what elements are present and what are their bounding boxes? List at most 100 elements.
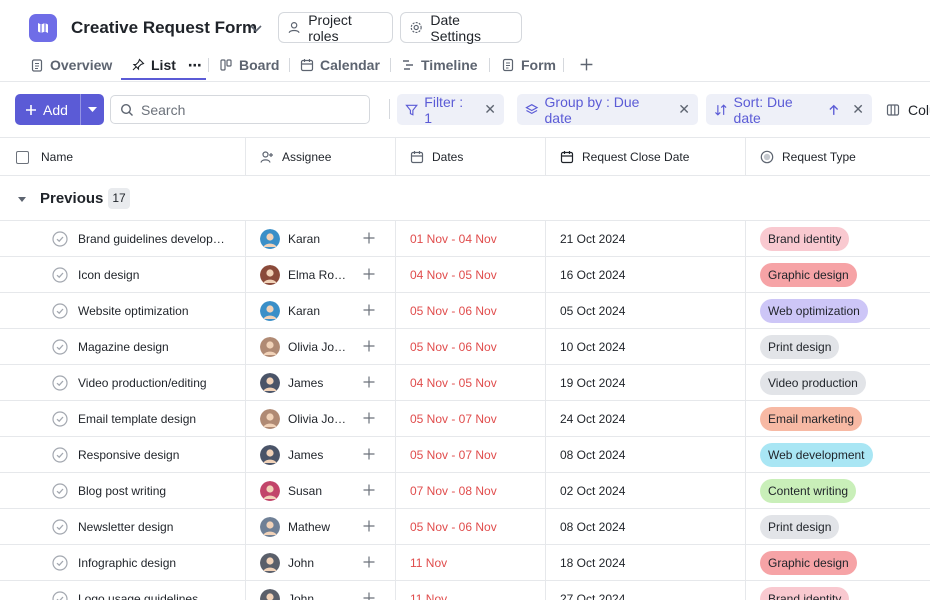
assignee-name[interactable]: Karan (288, 232, 350, 246)
complete-check-icon[interactable] (52, 375, 68, 391)
sort-chip[interactable]: Sort: Due date ✕ (706, 94, 872, 126)
request-type-tag[interactable]: Content writing (760, 479, 857, 503)
request-type-tag[interactable]: Print design (760, 335, 840, 359)
assignee-name[interactable]: John (288, 556, 350, 570)
project-title[interactable]: Creative Request Form (71, 18, 257, 38)
assignee-name[interactable]: Olivia Johnson (288, 340, 350, 354)
request-type-tag[interactable]: Print design (760, 515, 840, 539)
assignee-name[interactable]: Mathew (288, 520, 350, 534)
tab-form[interactable]: Form (501, 50, 556, 80)
complete-check-icon[interactable] (52, 267, 68, 283)
add-assignee-icon[interactable] (362, 231, 376, 245)
table-row[interactable]: Responsive design James 05 Nov - 07 Nov … (0, 437, 930, 473)
complete-check-icon[interactable] (52, 519, 68, 535)
task-name[interactable]: Logo usage guidelines (78, 592, 228, 600)
task-dates[interactable]: 05 Nov - 06 Nov (410, 304, 497, 318)
add-view-icon[interactable] (579, 57, 594, 72)
task-dates[interactable]: 04 Nov - 05 Nov (410, 376, 497, 390)
add-assignee-icon[interactable] (362, 411, 376, 425)
add-assignee-icon[interactable] (362, 375, 376, 389)
request-close-date[interactable]: 21 Oct 2024 (560, 232, 625, 246)
task-dates[interactable]: 11 Nov (410, 592, 447, 600)
task-dates[interactable]: 11 Nov (410, 556, 447, 570)
header-close-date[interactable]: Request Close Date (560, 138, 689, 176)
tab-list[interactable]: List ⋯ (131, 50, 203, 80)
remove-filter-icon[interactable]: ✕ (484, 101, 496, 118)
project-logo-icon[interactable] (29, 14, 57, 42)
assignee-name[interactable]: Susan (288, 484, 350, 498)
request-close-date[interactable]: 16 Oct 2024 (560, 268, 625, 282)
add-assignee-icon[interactable] (362, 303, 376, 317)
arrow-up-icon[interactable] (827, 103, 841, 117)
task-name[interactable]: Blog post writing (78, 484, 228, 498)
add-assignee-icon[interactable] (362, 555, 376, 569)
complete-check-icon[interactable] (52, 339, 68, 355)
tab-list-more-icon[interactable]: ⋯ (188, 57, 203, 74)
task-dates[interactable]: 04 Nov - 05 Nov (410, 268, 497, 282)
request-close-date[interactable]: 08 Oct 2024 (560, 448, 625, 462)
search-input[interactable] (141, 101, 341, 118)
request-close-date[interactable]: 18 Oct 2024 (560, 556, 625, 570)
filter-chip[interactable]: Filter : 1 ✕ (397, 94, 504, 126)
task-name[interactable]: Infographic design (78, 556, 228, 570)
table-row[interactable]: Icon design Elma Rogers 04 Nov - 05 Nov … (0, 257, 930, 293)
chevron-down-icon[interactable] (248, 20, 264, 36)
complete-check-icon[interactable] (52, 591, 68, 600)
task-name[interactable]: Video production/editing (78, 376, 228, 390)
request-close-date[interactable]: 27 Oct 2024 (560, 592, 625, 600)
task-name[interactable]: Responsive design (78, 448, 228, 462)
columns-button[interactable]: Colu (886, 94, 930, 125)
add-assignee-icon[interactable] (362, 591, 376, 600)
table-row[interactable]: Video production/editing James 04 Nov - … (0, 365, 930, 401)
group-header[interactable] (0, 176, 930, 221)
task-dates[interactable]: 05 Nov - 07 Nov (410, 412, 497, 426)
complete-check-icon[interactable] (52, 447, 68, 463)
task-dates[interactable]: 05 Nov - 06 Nov (410, 520, 497, 534)
task-name[interactable]: Magazine design (78, 340, 228, 354)
request-close-date[interactable]: 10 Oct 2024 (560, 340, 625, 354)
table-row[interactable]: Blog post writing Susan 07 Nov - 08 Nov … (0, 473, 930, 509)
request-close-date[interactable]: 08 Oct 2024 (560, 520, 625, 534)
table-row[interactable]: Infographic design John 11 Nov 18 Oct 20… (0, 545, 930, 581)
request-type-tag[interactable]: Web development (760, 443, 873, 467)
header-request-type[interactable]: Request Type (760, 138, 856, 176)
header-name[interactable]: Name (16, 138, 73, 176)
request-close-date[interactable]: 19 Oct 2024 (560, 376, 625, 390)
request-type-tag[interactable]: Brand identity (760, 227, 850, 251)
task-dates[interactable]: 07 Nov - 08 Nov (410, 484, 497, 498)
date-settings-button[interactable]: Date Settings (400, 12, 522, 44)
remove-group-icon[interactable]: ✕ (678, 101, 690, 118)
table-row[interactable]: Logo usage guidelines John 11 Nov 27 Oct… (0, 581, 930, 600)
request-type-tag[interactable]: Email marketing (760, 407, 863, 431)
assignee-name[interactable]: John (288, 592, 350, 600)
request-type-tag[interactable]: Video production (760, 371, 866, 395)
table-row[interactable]: Website optimization Karan 05 Nov - 06 N… (0, 293, 930, 329)
task-name[interactable]: Brand guidelines development (78, 232, 228, 246)
project-roles-button[interactable]: Project roles (278, 12, 393, 44)
task-dates[interactable]: 05 Nov - 07 Nov (410, 448, 497, 462)
complete-check-icon[interactable] (52, 231, 68, 247)
table-row[interactable]: Brand guidelines development Karan 01 No… (0, 221, 930, 257)
tab-calendar[interactable]: Calendar (300, 50, 380, 80)
task-name[interactable]: Newsletter design (78, 520, 228, 534)
complete-check-icon[interactable] (52, 303, 68, 319)
task-dates[interactable]: 01 Nov - 04 Nov (410, 232, 497, 246)
table-row[interactable]: Magazine design Olivia Johnson 05 Nov - … (0, 329, 930, 365)
task-dates[interactable]: 05 Nov - 06 Nov (410, 340, 497, 354)
request-close-date[interactable]: 02 Oct 2024 (560, 484, 625, 498)
collapse-caret-icon[interactable] (18, 197, 26, 202)
add-task-button[interactable]: Add (15, 94, 104, 125)
complete-check-icon[interactable] (52, 555, 68, 571)
add-assignee-icon[interactable] (362, 447, 376, 461)
request-close-date[interactable]: 05 Oct 2024 (560, 304, 625, 318)
select-all-checkbox[interactable] (16, 150, 29, 164)
add-dropdown-button[interactable] (81, 94, 104, 125)
add-assignee-icon[interactable] (362, 483, 376, 497)
assignee-name[interactable]: James (288, 376, 350, 390)
request-close-date[interactable]: 24 Oct 2024 (560, 412, 625, 426)
add-assignee-icon[interactable] (362, 519, 376, 533)
task-name[interactable]: Icon design (78, 268, 228, 282)
table-row[interactable]: Email template design Olivia Johnson 05 … (0, 401, 930, 437)
assignee-name[interactable]: Elma Rogers (288, 268, 350, 282)
header-dates[interactable]: Dates (410, 138, 463, 176)
